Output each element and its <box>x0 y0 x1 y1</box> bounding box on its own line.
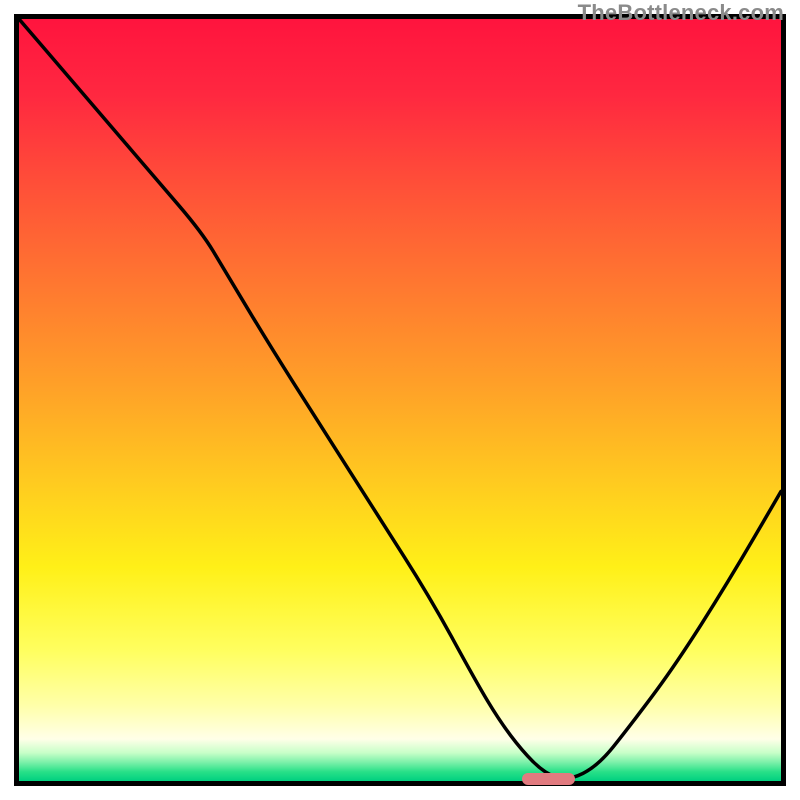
chart-stage: TheBottleneck.com <box>0 0 800 800</box>
chart-svg <box>19 19 781 781</box>
plot-area <box>19 19 781 781</box>
watermark-text: TheBottleneck.com <box>578 0 784 26</box>
plot-frame <box>14 14 786 786</box>
optimal-marker <box>522 773 575 785</box>
heatmap-background <box>19 19 781 781</box>
